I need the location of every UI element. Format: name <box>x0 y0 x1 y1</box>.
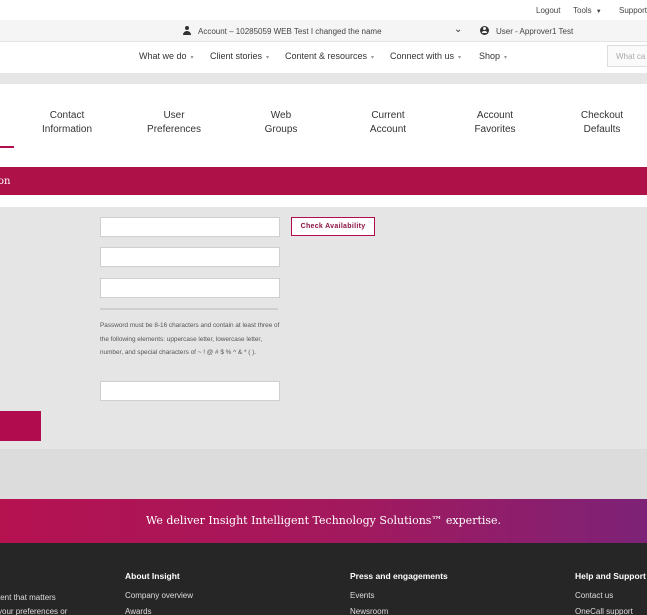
caret-down-icon: ▾ <box>458 55 462 61</box>
tab-label: Account <box>369 124 407 135</box>
tab-label: Groups <box>264 124 298 135</box>
nav-what-we-do[interactable]: What we do ▾ <box>139 51 194 61</box>
chevron-down-icon[interactable]: ⌄ <box>454 24 462 35</box>
nav-client-stories[interactable]: Client stories ▾ <box>210 51 269 61</box>
nav-label: Connect with us <box>390 51 455 61</box>
tab-label: Web <box>270 110 292 121</box>
tagline-banner: We deliver Insight Intelligent Technolog… <box>0 499 647 543</box>
nav-label: What we do <box>139 51 187 61</box>
tab-label: Checkout <box>580 110 624 121</box>
caret-down-icon: ▾ <box>504 55 508 61</box>
confirm-password-field[interactable] <box>100 381 280 401</box>
password-help-text: Password must be 8-16 characters and con… <box>100 322 280 356</box>
footer: tent that matters your preferences or Ab… <box>0 543 647 615</box>
nav-content-resources[interactable]: Content & resources ▾ <box>285 51 374 61</box>
password-field[interactable] <box>100 278 280 298</box>
footer-link[interactable]: OneCall support <box>575 607 633 615</box>
tab-label: User <box>163 110 185 121</box>
footer-heading: Help and Support <box>575 571 646 581</box>
divider <box>100 308 278 310</box>
nav-connect-with-us[interactable]: Connect with us ▾ <box>390 51 461 61</box>
form-area: Check Availability Password must be 8-16… <box>0 207 647 449</box>
section-title: on <box>0 176 11 187</box>
active-tab-indicator <box>0 146 14 148</box>
footer-text: tent that matters <box>0 593 56 602</box>
section-header: on <box>0 167 647 195</box>
nav-label: Shop <box>479 51 501 61</box>
submit-button[interactable] <box>0 411 41 441</box>
account-bar: Account – 10285059 WEB Test I changed th… <box>0 20 647 42</box>
tab-contact-information[interactable]: Contact Information <box>27 109 107 137</box>
footer-link[interactable]: Events <box>350 591 374 600</box>
tab-current-account[interactable]: Current Account <box>348 109 428 137</box>
person-icon <box>183 26 191 35</box>
banner-text: We deliver Insight Intelligent Technolog… <box>145 514 502 527</box>
account-tabs: Contact Information User Preferences Web Gr… <box>0 84 647 167</box>
tab-label: Preferences <box>147 124 201 135</box>
user-label: User - Approver1 Test <box>496 27 574 36</box>
footer-link[interactable]: Contact us <box>575 591 613 600</box>
tab-label: Favorites <box>474 124 516 135</box>
tab-account-favorites[interactable]: Account Favorites <box>455 109 535 137</box>
tools-label: Tools <box>573 6 592 15</box>
nav-label: Client stories <box>210 51 263 61</box>
tab-label: Current <box>371 110 405 121</box>
caret-down-icon: ▾ <box>266 55 270 61</box>
tab-label: Account <box>476 110 514 121</box>
main-nav: What we do ▾ Client stories ▾ Content & re… <box>0 42 647 72</box>
separator-strip <box>0 73 647 84</box>
footer-heading: Press and engagements <box>350 571 448 581</box>
tab-label: Information <box>41 124 93 135</box>
tab-user-preferences[interactable]: User Preferences <box>134 109 214 137</box>
support-link[interactable]: Support <box>619 6 647 15</box>
tab-label: Defaults <box>583 124 621 135</box>
account-label: Account – 10285059 WEB Test I changed th… <box>198 27 382 36</box>
account-selector[interactable]: Account – 10285059 WEB Test I changed th… <box>183 26 382 36</box>
logout-link[interactable]: Logout <box>536 6 560 15</box>
tab-label: Contact <box>49 110 85 121</box>
nav-shop[interactable]: Shop ▾ <box>479 51 507 61</box>
user-circle-icon <box>480 26 489 35</box>
tab-checkout-defaults[interactable]: Checkout Defaults <box>562 109 642 137</box>
nav-label: Content & resources <box>285 51 368 61</box>
footer-text: your preferences or <box>0 607 68 615</box>
caret-down-icon: ▾ <box>190 55 194 61</box>
footer-link[interactable]: Newsroom <box>350 607 388 615</box>
footer-link[interactable]: Company overview <box>125 591 193 600</box>
utility-bar: Logout Tools ▼ Support <box>0 0 647 20</box>
tools-menu[interactable]: Tools ▼ <box>573 6 602 15</box>
tab-web-groups[interactable]: Web Groups <box>241 109 321 137</box>
lower-gray-area <box>0 449 647 499</box>
caret-down-icon: ▾ <box>371 55 375 61</box>
check-availability-button[interactable]: Check Availability <box>291 217 375 236</box>
user-selector[interactable]: User - Approver1 Test <box>480 26 573 36</box>
search-input[interactable]: What ca <box>607 45 647 67</box>
footer-heading: About Insight <box>125 571 180 581</box>
username-field[interactable] <box>100 217 280 237</box>
footer-link[interactable]: Awards <box>125 607 152 615</box>
email-field[interactable] <box>100 247 280 267</box>
caret-down-icon: ▼ <box>595 9 602 15</box>
